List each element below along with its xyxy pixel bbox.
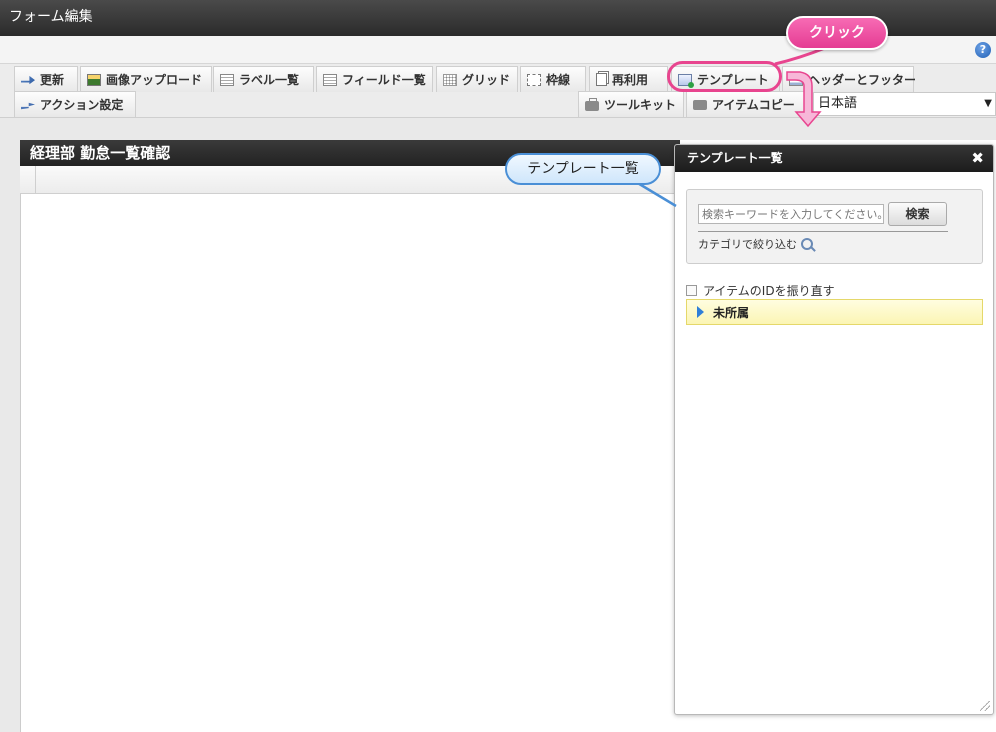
toolkit-label: ツールキット bbox=[604, 98, 677, 112]
header-footer-button[interactable]: ヘッダーとフッター bbox=[782, 66, 917, 92]
search-area: 検索 カテゴリで絞り込む bbox=[686, 189, 983, 264]
language-value: 日本語 bbox=[818, 96, 858, 111]
reuse-button[interactable]: 再利用 bbox=[589, 66, 668, 92]
field-list-label: フィールド一覧 bbox=[342, 73, 426, 87]
search-input[interactable] bbox=[698, 204, 884, 224]
action-settings-button[interactable]: アクション設定 bbox=[14, 91, 136, 117]
category-filter-label: カテゴリで絞り込む bbox=[698, 238, 797, 251]
reuse-label: 再利用 bbox=[612, 73, 649, 87]
search-button[interactable]: 検索 bbox=[888, 202, 947, 226]
chevron-down-icon: ▼ bbox=[984, 98, 992, 109]
divider bbox=[698, 231, 948, 232]
field-list-button[interactable]: フィールド一覧 bbox=[316, 66, 433, 92]
panel-title: テンプレート一覧 bbox=[687, 151, 783, 165]
renumber-label: アイテムのIDを振り直す bbox=[703, 284, 835, 298]
toolbox-icon bbox=[585, 97, 599, 111]
border-label: 枠線 bbox=[546, 73, 571, 87]
item-copy-label: アイテムコピー bbox=[712, 98, 795, 112]
form-row-handle[interactable] bbox=[20, 166, 36, 194]
image-upload-label: 画像アップロード bbox=[106, 73, 203, 87]
template-list-panel: テンプレート一覧 ✖ 検索 カテゴリで絞り込む アイテムのIDを振り直す 未所属 bbox=[674, 144, 994, 715]
search-icon bbox=[801, 238, 813, 250]
action-icon bbox=[21, 102, 35, 110]
copy-icon bbox=[693, 99, 707, 110]
document-icon bbox=[596, 73, 607, 86]
image-upload-button[interactable]: 画像アップロード bbox=[80, 66, 212, 92]
header-footer-label: ヘッダーとフッター bbox=[808, 73, 917, 87]
list-icon bbox=[220, 73, 234, 86]
image-icon bbox=[87, 73, 101, 86]
panel-header: テンプレート一覧 ✖ bbox=[675, 145, 993, 172]
renumber-id-option[interactable]: アイテムのIDを振り直す bbox=[686, 282, 835, 299]
close-icon[interactable]: ✖ bbox=[971, 145, 984, 172]
border-icon bbox=[527, 73, 541, 86]
refresh-icon bbox=[21, 75, 35, 85]
template-highlight-ring bbox=[667, 61, 782, 92]
label-list-button[interactable]: ラベル一覧 bbox=[213, 66, 314, 92]
list-icon bbox=[323, 73, 337, 86]
update-label: 更新 bbox=[40, 73, 65, 87]
label-list-label: ラベル一覧 bbox=[239, 73, 300, 87]
border-button[interactable]: 枠線 bbox=[520, 66, 586, 92]
folder-item[interactable]: 未所属 bbox=[686, 299, 983, 325]
help-icon[interactable]: ? bbox=[975, 42, 991, 58]
header-footer-icon bbox=[789, 73, 803, 86]
template-list-callout: テンプレート一覧 bbox=[505, 153, 661, 185]
resize-handle[interactable] bbox=[980, 701, 990, 711]
language-select[interactable]: 日本語 ▼ bbox=[813, 92, 996, 116]
folder-label: 未所属 bbox=[713, 305, 750, 320]
grid-label: グリッド bbox=[462, 73, 511, 87]
expand-arrow-icon[interactable] bbox=[697, 306, 704, 318]
item-copy-button[interactable]: アイテムコピー bbox=[686, 91, 812, 117]
click-callout: クリック bbox=[786, 16, 888, 50]
action-settings-label: アクション設定 bbox=[40, 98, 124, 112]
update-button[interactable]: 更新 bbox=[14, 66, 78, 92]
grid-button[interactable]: グリッド bbox=[436, 66, 518, 92]
toolkit-button[interactable]: ツールキット bbox=[578, 91, 684, 117]
grid-icon bbox=[443, 73, 457, 86]
category-filter-link[interactable]: カテゴリで絞り込む bbox=[698, 236, 813, 252]
renumber-checkbox[interactable] bbox=[686, 285, 697, 296]
